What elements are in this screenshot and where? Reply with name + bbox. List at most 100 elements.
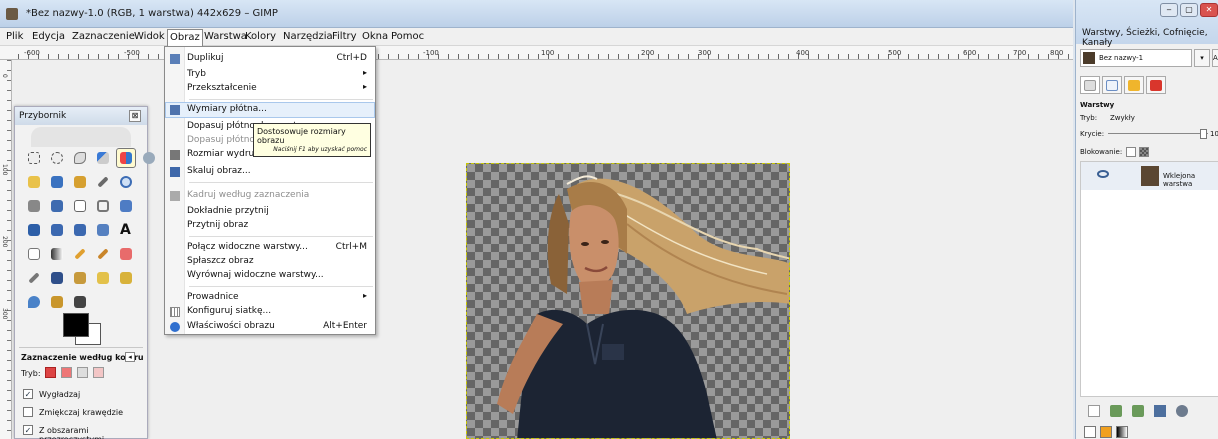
window-title: *Bez nazwy-1.0 (RGB, 1 warstwa) 442x629 … (26, 8, 278, 19)
mode-replace-button[interactable] (45, 367, 56, 378)
gradient-preview[interactable] (1116, 426, 1128, 438)
opacity-slider-handle[interactable] (1200, 129, 1207, 139)
title-bar[interactable]: *Bez nazwy-1.0 (RGB, 1 warstwa) 442x629 … (0, 0, 1073, 28)
scissors-select-tool[interactable] (25, 173, 43, 191)
toolbox-titlebar[interactable]: Przybornik ⊠ (15, 107, 147, 125)
lock-pixels-checkbox[interactable] (1126, 147, 1136, 157)
menu-edycja[interactable]: Edycja (30, 31, 67, 42)
paths-tool[interactable] (71, 173, 89, 191)
minimize-button[interactable]: ‒ (1160, 3, 1178, 17)
fuzzy-select-tool[interactable] (94, 149, 112, 167)
perspective-tool[interactable] (71, 221, 89, 239)
image-dropdown-button[interactable]: ▾ (1194, 49, 1210, 67)
layer-row[interactable]: Wklejona warstwa (1081, 162, 1218, 190)
lock-alpha-icon[interactable] (1139, 147, 1149, 157)
menu-item-duplikuj[interactable]: Duplikuj Ctrl+D (165, 51, 375, 67)
mode-intersect-button[interactable] (93, 367, 104, 378)
color-picker-tool[interactable] (94, 173, 112, 191)
select-by-color-tool[interactable] (116, 148, 136, 168)
horizontal-ruler[interactable]: -600 -500 -100 100 200 300 400 500 600 7… (0, 46, 1073, 60)
menu-item-konfiguruj-siatke[interactable]: Konfiguruj siatkę... (165, 304, 375, 320)
blend-tool[interactable] (48, 245, 66, 263)
auto-button[interactable]: Au (1212, 49, 1218, 67)
pattern-preview[interactable] (1100, 426, 1112, 438)
rotate-tool[interactable] (117, 197, 135, 215)
dodge-burn-tool[interactable] (48, 293, 66, 311)
anchor-layer-icon[interactable] (1176, 405, 1188, 417)
text-tool[interactable]: A (117, 221, 135, 239)
visibility-eye-icon[interactable] (1097, 170, 1109, 178)
move-tool[interactable] (48, 197, 66, 215)
menu-narzedzia[interactable]: Narzędzia (281, 31, 335, 42)
menu-widok[interactable]: Widok (132, 31, 167, 42)
menu-filtry[interactable]: Filtry (330, 31, 359, 42)
measure-tool[interactable] (25, 197, 43, 215)
tab-undo[interactable] (1124, 76, 1144, 94)
image-selector[interactable]: Bez nazwy-1 (1080, 49, 1192, 67)
menu-item-label: Spłaszcz obraz (187, 256, 254, 266)
menu-item-kadruj[interactable]: Kadruj według zaznaczenia (165, 188, 375, 204)
scale-tool[interactable] (25, 221, 43, 239)
airbrush-tool[interactable] (25, 269, 43, 287)
align-tool[interactable] (71, 197, 89, 215)
flip-tool[interactable] (94, 221, 112, 239)
menu-item-przytnij-obraz[interactable]: Przytnij obraz (165, 218, 375, 234)
menu-zaznaczenie[interactable]: Zaznaczenie (70, 31, 137, 42)
blur-tool[interactable] (71, 293, 89, 311)
free-select-tool[interactable] (71, 149, 89, 167)
menu-item-wlasciwosci[interactable]: Właściwości obrazu Alt+Enter (165, 319, 375, 335)
tab-channels[interactable] (1146, 76, 1166, 94)
select-transparent-checkbox[interactable]: ✓ (23, 425, 33, 435)
vertical-ruler[interactable]: 0 100 200 300 (0, 60, 12, 439)
foreground-select-tool[interactable] (48, 173, 66, 191)
menu-obraz[interactable]: Obraz (167, 29, 203, 46)
eraser-tool[interactable] (117, 245, 135, 263)
heal-tool[interactable] (94, 269, 112, 287)
lower-layer-icon[interactable] (1132, 405, 1144, 417)
brush-preview[interactable] (1084, 426, 1096, 438)
mode-value[interactable]: Zwykły (1110, 114, 1135, 122)
menu-kolory[interactable]: Kolory (243, 31, 278, 42)
menu-okna[interactable]: Okna (360, 31, 390, 42)
mode-add-button[interactable] (61, 367, 72, 378)
paintbrush-tool[interactable] (94, 245, 112, 263)
feather-edges-checkbox[interactable] (23, 407, 33, 417)
zoom-tool[interactable] (117, 173, 135, 191)
divider (19, 347, 143, 348)
tab-paths[interactable] (1102, 76, 1122, 94)
rect-select-tool[interactable] (25, 149, 43, 167)
clone-tool[interactable] (71, 269, 89, 287)
close-button[interactable]: ✕ (1200, 3, 1218, 17)
menu-item-skaluj-obraz[interactable]: Skaluj obraz... (165, 164, 375, 180)
menu-pomoc[interactable]: Pomoc (389, 31, 426, 42)
menu-plik[interactable]: Plik (4, 31, 25, 42)
tool-options-menu-button[interactable]: ◂ (125, 352, 135, 362)
image-canvas[interactable] (466, 163, 790, 439)
ink-tool[interactable] (48, 269, 66, 287)
bucket-fill-tool[interactable] (117, 269, 135, 287)
toolbox-close-button[interactable]: ⊠ (129, 110, 141, 122)
ellipse-select-tool[interactable] (48, 149, 66, 167)
scissors-tool[interactable] (140, 149, 158, 167)
menu-warstwa[interactable]: Warstwa (202, 31, 249, 42)
tab-layers[interactable] (1080, 76, 1100, 94)
tooltip-help-hint: Naciśnij F1 aby uzyskać pomoc (273, 146, 367, 153)
mode-subtract-button[interactable] (77, 367, 88, 378)
maximize-button[interactable]: ▢ (1180, 3, 1198, 17)
dock-titlebar[interactable]: ‒ ▢ ✕ Warstwy, Ścieżki, Cofnięcie, Kanał… (1076, 0, 1218, 48)
raise-layer-icon[interactable] (1110, 405, 1122, 417)
new-layer-icon[interactable] (1088, 405, 1100, 417)
ruler-tick: 0 (1, 74, 8, 78)
opacity-slider-track[interactable] (1108, 133, 1208, 134)
menu-item-wyrownaj-widoczne[interactable]: Wyrównaj widoczne warstwy... (165, 268, 375, 284)
pencil-tool[interactable] (71, 245, 89, 263)
crop-tool[interactable] (94, 197, 112, 215)
smudge-tool[interactable] (25, 293, 43, 311)
antialias-checkbox[interactable]: ✓ (23, 389, 33, 399)
menu-item-wymiary-plotna[interactable]: Wymiary płótna... (165, 102, 375, 118)
duplicate-layer-icon[interactable] (1154, 405, 1166, 417)
menu-item-przeksztalcenie[interactable]: Przekształcenie ▸ (165, 81, 375, 97)
foreground-color[interactable] (63, 313, 89, 337)
shear-tool[interactable] (48, 221, 66, 239)
cage-transform-tool[interactable] (25, 245, 43, 263)
